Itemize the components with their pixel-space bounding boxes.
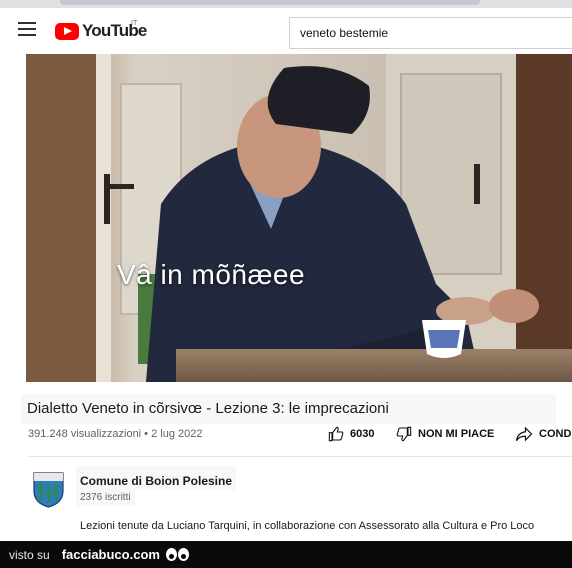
browser-tab[interactable]	[60, 0, 480, 5]
coat-of-arms-icon	[33, 472, 64, 508]
like-button[interactable]: 6030	[328, 426, 374, 442]
video-frame-image	[26, 54, 572, 382]
video-info-row: 391.248 visualizzazioni • 2 lug 2022 603…	[0, 424, 572, 448]
share-button[interactable]: COND	[515, 426, 571, 442]
dislike-label: NON MI PIACE	[418, 428, 495, 440]
view-count-date: 391.248 visualizzazioni • 2 lug 2022	[28, 428, 203, 440]
divider	[28, 456, 572, 457]
watermark-prefix: visto su	[9, 547, 50, 562]
watermark-bar: visto su facciabuco.com	[0, 541, 572, 568]
subscriber-count: 2376 iscritti	[76, 490, 135, 506]
share-label: COND	[539, 428, 572, 440]
channel-avatar[interactable]	[32, 471, 65, 509]
dislike-button[interactable]: NON MI PIACE	[396, 426, 494, 442]
thumbs-down-icon	[396, 426, 412, 442]
watermark-brand: facciabuco.com	[61, 547, 160, 562]
search-input[interactable]: veneto bestemie	[289, 17, 572, 49]
like-count: 6030	[350, 428, 375, 440]
video-description: Lezioni tenute da Luciano Tarquini, in c…	[80, 520, 535, 532]
youtube-header: YouTube IT veneto bestemie	[0, 8, 572, 54]
country-code: IT	[131, 20, 138, 27]
video-player[interactable]: Vâ in mõñæee	[26, 54, 572, 382]
video-title: Dialetto Veneto in cõrsivœ - Lezione 3: …	[21, 394, 556, 424]
menu-icon[interactable]	[18, 22, 36, 36]
search-query: veneto bestemie	[300, 26, 389, 40]
channel-name[interactable]: Comune di Boion Polesine	[76, 466, 237, 490]
eyes-icon	[165, 548, 190, 561]
thumbs-up-icon	[328, 426, 344, 442]
share-icon	[515, 426, 533, 442]
browser-tab-strip	[0, 0, 572, 8]
video-caption: Vâ in mõñæee	[116, 259, 306, 290]
youtube-play-icon	[55, 22, 79, 40]
